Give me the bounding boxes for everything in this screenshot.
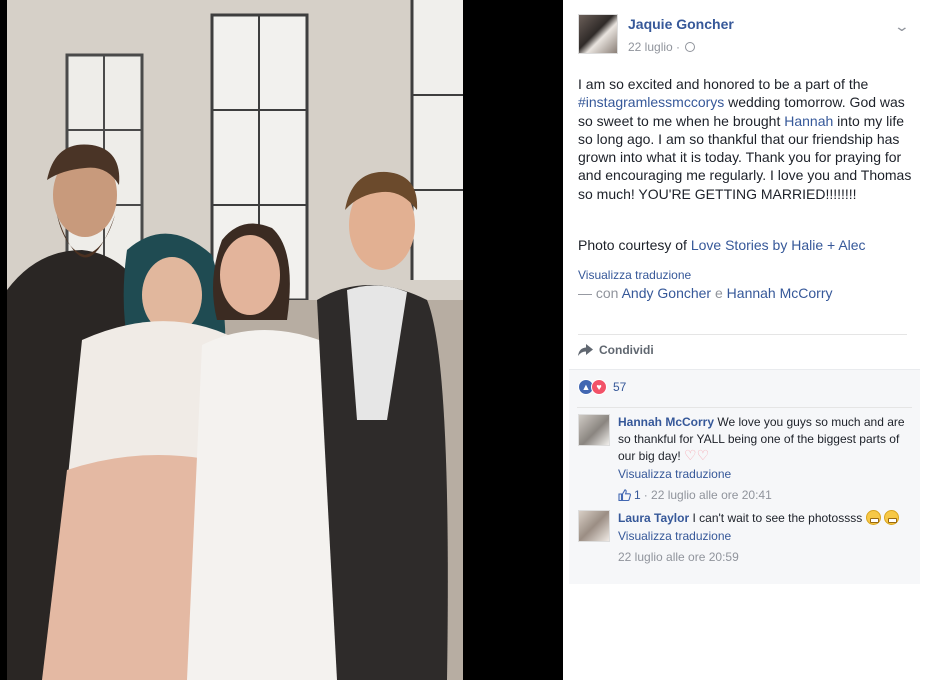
tagged-person-link[interactable]: Hannah McCorry [727,285,833,301]
commenter-name[interactable]: Hannah McCorry [618,415,714,429]
photo-credit: Photo courtesy of Love Stories by Halie … [578,237,913,253]
with-and: e [711,285,727,301]
comment-body: Laura Taylor I can't wait to see the pho… [618,510,908,566]
photo-viewer [0,0,563,680]
divider [578,334,907,335]
comment-meta: 1 · 22 luglio alle ore 20:41 [618,487,908,504]
post-header: Jaquie Goncher 22 luglio · ⌄ [578,14,913,58]
commenter-avatar[interactable] [578,414,610,446]
grin-emoji-icon [865,510,881,525]
author-name[interactable]: Jaquie Goncher [628,16,734,32]
comment-content: Hannah McCorry We love you guys so much … [618,414,908,465]
post-meta: 22 luglio · [628,40,696,54]
comments-section: ▲ ♥ 57 Hannah McCorry We love you guys s… [569,369,920,584]
hashtag-link[interactable]: #instagramlessmccorys [578,94,724,110]
comment-translate-link[interactable]: Visualizza traduzione [618,466,908,483]
grin-emoji-icon [883,510,899,525]
commenter-name[interactable]: Laura Taylor [618,511,689,525]
share-arrow-icon [578,344,593,356]
divider [577,407,912,408]
credit-link[interactable]: Love Stories by Halie + Alec [691,237,866,253]
reaction-count[interactable]: 57 [613,380,626,394]
photo-image [7,0,463,680]
love-reaction-icon: ♥ [591,379,607,395]
comment-time[interactable]: · 22 luglio alle ore 20:41 [644,487,772,504]
share-label: Condividi [599,343,654,357]
translate-link[interactable]: Visualizza traduzione [578,268,691,282]
mention-link[interactable]: Hannah [784,113,833,129]
comment-translate-link[interactable]: Visualizza traduzione [618,528,908,545]
author-avatar[interactable] [578,14,618,54]
comment-meta: 22 luglio alle ore 20:59 [618,549,908,566]
comment-time[interactable]: 22 luglio alle ore 20:59 [618,549,739,566]
credit-prefix: Photo courtesy of [578,237,691,253]
globe-icon[interactable] [685,42,696,52]
chevron-down-icon[interactable]: ⌄ [894,18,910,35]
comment-body: Hannah McCorry We love you guys so much … [618,414,908,504]
post-date[interactable]: 22 luglio [628,40,673,54]
comment-like-count[interactable]: 1 [634,487,641,504]
like-icon[interactable] [618,489,631,502]
tagged-person-link[interactable]: Andy Goncher [622,285,712,301]
post-sidebar: Jaquie Goncher 22 luglio · ⌄ I am so exc… [563,0,926,680]
commenter-avatar[interactable] [578,510,610,542]
post-text-part: I am so excited and honored to be a part… [578,76,869,92]
reactions-summary[interactable]: ▲ ♥ 57 [578,379,626,395]
comment-text: I can't wait to see the photossss [689,511,866,525]
post-body: I am so excited and honored to be a part… [578,75,913,203]
wedding-photo[interactable] [7,0,463,680]
with-prefix: — con [578,285,622,301]
share-button[interactable]: Condividi [578,343,654,357]
tagged-people: — con Andy Goncher e Hannah McCorry [578,285,833,301]
heart-emoji-icon: ♡♡ [684,447,710,463]
meta-separator: · [676,40,681,54]
comment-content: Laura Taylor I can't wait to see the pho… [618,510,908,527]
